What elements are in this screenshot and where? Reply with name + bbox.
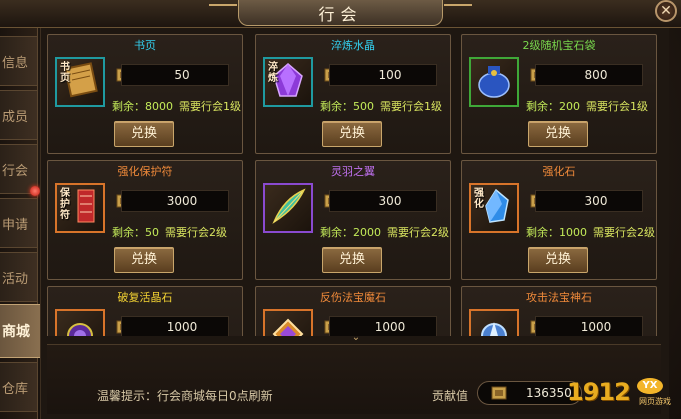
tab-shop[interactable]: 商城 (0, 304, 42, 358)
item-name: 书页 (134, 39, 156, 52)
item-name: 淬炼水晶 (331, 39, 375, 52)
level-requirement: 需要行会2级 (593, 226, 655, 239)
level-requirement: 需要行会1级 (179, 100, 241, 113)
item-name: 强化保护符 (117, 165, 173, 178)
shop-item-card: 破复活晶石 1000 (47, 286, 243, 336)
watermark-number: 1912 (567, 378, 631, 406)
item-price: 100 (329, 64, 437, 86)
level-requirement: 需要行会1级 (586, 100, 648, 113)
watermark-badge: YX (637, 378, 663, 394)
tab-activities[interactable]: 活动 (0, 252, 38, 302)
shop-item-card: 强化石强化 300 剩余：1000 需要行会2级 兑换 (461, 160, 657, 280)
exchange-button[interactable]: 兑换 (322, 247, 382, 273)
watermark-sub: 网页游戏 (639, 397, 671, 406)
tab-warehouse[interactable]: 仓库 (0, 362, 38, 412)
item-slot[interactable]: 强化 (469, 183, 519, 233)
refresh-tip: 温馨提示：行会商城每日0点刷新 (97, 389, 273, 403)
item-slot[interactable]: 淬炼 (263, 57, 313, 107)
item-name: 攻击法宝神石 (526, 291, 592, 304)
tab-info[interactable]: 信息 (0, 36, 38, 86)
stock-count: 200 (559, 100, 580, 113)
item-price: 800 (535, 64, 643, 86)
shop-panel: 书页 书页 50 剩余：8000 需要行会1级 兑换 淬炼水晶 淬炼 100 剩余：500 需要行会… (40, 28, 669, 419)
attack-stone-icon (474, 312, 514, 336)
stock-prefix: 剩余： (526, 100, 559, 113)
exchange-button[interactable]: 兑换 (114, 247, 174, 273)
exchange-button[interactable]: 兑换 (528, 121, 588, 147)
revive-crystal-icon (60, 312, 100, 336)
stock-prefix: 剩余： (320, 226, 353, 239)
shop-item-card: 书页 书页 50 剩余：8000 需要行会1级 兑换 (47, 34, 243, 154)
item-price: 1000 (535, 316, 643, 336)
item-icon-label: 书页 (60, 62, 70, 84)
shop-item-card: 淬炼水晶淬炼 100 剩余：500 需要行会1级兑换 (255, 34, 451, 154)
stock-count: 8000 (145, 100, 173, 113)
stock-prefix: 剩余： (526, 226, 559, 239)
item-slot[interactable] (55, 309, 105, 336)
item-name: 强化石 (542, 165, 576, 178)
item-price: 1000 (329, 316, 437, 336)
stock-count: 500 (353, 100, 374, 113)
shop-item-card: 2级随机宝石袋 800 剩余：200 需要行会1级兑换 (461, 34, 657, 154)
item-stock-line: 剩余：500 需要行会1级 (320, 98, 442, 114)
tab-members[interactable]: 成员 (0, 90, 38, 140)
item-name: 2级随机宝石袋 (522, 39, 596, 52)
item-stock-line: 剩余：200 需要行会1级 (526, 98, 648, 114)
item-icon-label: 淬炼 (268, 62, 278, 84)
window-title: 行会 (209, 0, 472, 26)
item-icon-label: 强化 (474, 188, 484, 210)
item-price: 300 (329, 190, 437, 212)
item-stock-line: 剩余：1000 需要行会2级 (526, 224, 655, 240)
stock-prefix: 剩余： (320, 100, 353, 113)
notification-dot (30, 186, 40, 196)
shop-grid: 书页 书页 50 剩余：8000 需要行会1级 兑换 淬炼水晶 淬炼 100 剩余：500 需要行会… (47, 34, 661, 336)
item-slot[interactable]: 书页 (55, 57, 105, 107)
item-name: 反伤法宝魔石 (320, 291, 386, 304)
shop-item-card: 灵羽之翼 300 剩余：2000 需要行会2级 兑换 (255, 160, 451, 280)
feather-wing-icon (268, 186, 308, 230)
title-bar: 行会 ✕ (0, 0, 681, 28)
shop-item-card: 反伤法宝魔石 1000 (255, 286, 451, 336)
reflect-stone-icon (268, 312, 308, 336)
item-price: 3000 (121, 190, 229, 212)
item-name: 灵羽之翼 (331, 165, 375, 178)
stock-count: 50 (145, 226, 159, 239)
site-watermark: 1912 YX 网页游戏 (567, 378, 672, 412)
close-button[interactable]: ✕ (655, 0, 677, 22)
level-requirement: 需要行会1级 (380, 100, 442, 113)
item-slot[interactable]: 保护符 (55, 183, 105, 233)
level-requirement: 需要行会2级 (387, 226, 449, 239)
exchange-button[interactable]: 兑换 (322, 121, 382, 147)
item-price: 300 (535, 190, 643, 212)
stock-count: 2000 (353, 226, 381, 239)
item-price: 1000 (121, 316, 229, 336)
item-price: 50 (121, 64, 229, 86)
guild-sidebar: 信息 成员 行会 申请 活动 商城 仓库 (0, 28, 42, 419)
item-slot[interactable] (469, 57, 519, 107)
item-stock-line: 剩余：8000 需要行会1级 (112, 98, 241, 114)
shop-item-card: 强化保护符保护符 3000 剩余：50 需要行会2级兑换 (47, 160, 243, 280)
shop-item-card: 攻击法宝神石 1000 (461, 286, 657, 336)
item-stock-line: 剩余：2000 需要行会2级 (320, 224, 449, 240)
item-slot[interactable] (263, 183, 313, 233)
currency-icon (491, 386, 507, 400)
stock-prefix: 剩余： (112, 100, 145, 113)
stock-count: 1000 (559, 226, 587, 239)
stock-prefix: 剩余： (112, 226, 145, 239)
item-slot[interactable] (469, 309, 519, 336)
gem-bag-icon (474, 60, 514, 104)
item-stock-line: 剩余：50 需要行会2级 (112, 224, 227, 240)
exchange-button[interactable]: 兑换 (528, 247, 588, 273)
contribution-label: 贡献值 (432, 389, 469, 403)
tab-applications[interactable]: 申请 (0, 198, 38, 248)
scroll-down-icon[interactable]: ⌄ (348, 333, 364, 343)
exchange-button[interactable]: 兑换 (114, 121, 174, 147)
level-requirement: 需要行会2级 (165, 226, 227, 239)
item-name: 破复活晶石 (117, 291, 173, 304)
item-slot[interactable] (263, 309, 313, 336)
item-icon-label: 保护符 (60, 188, 70, 221)
